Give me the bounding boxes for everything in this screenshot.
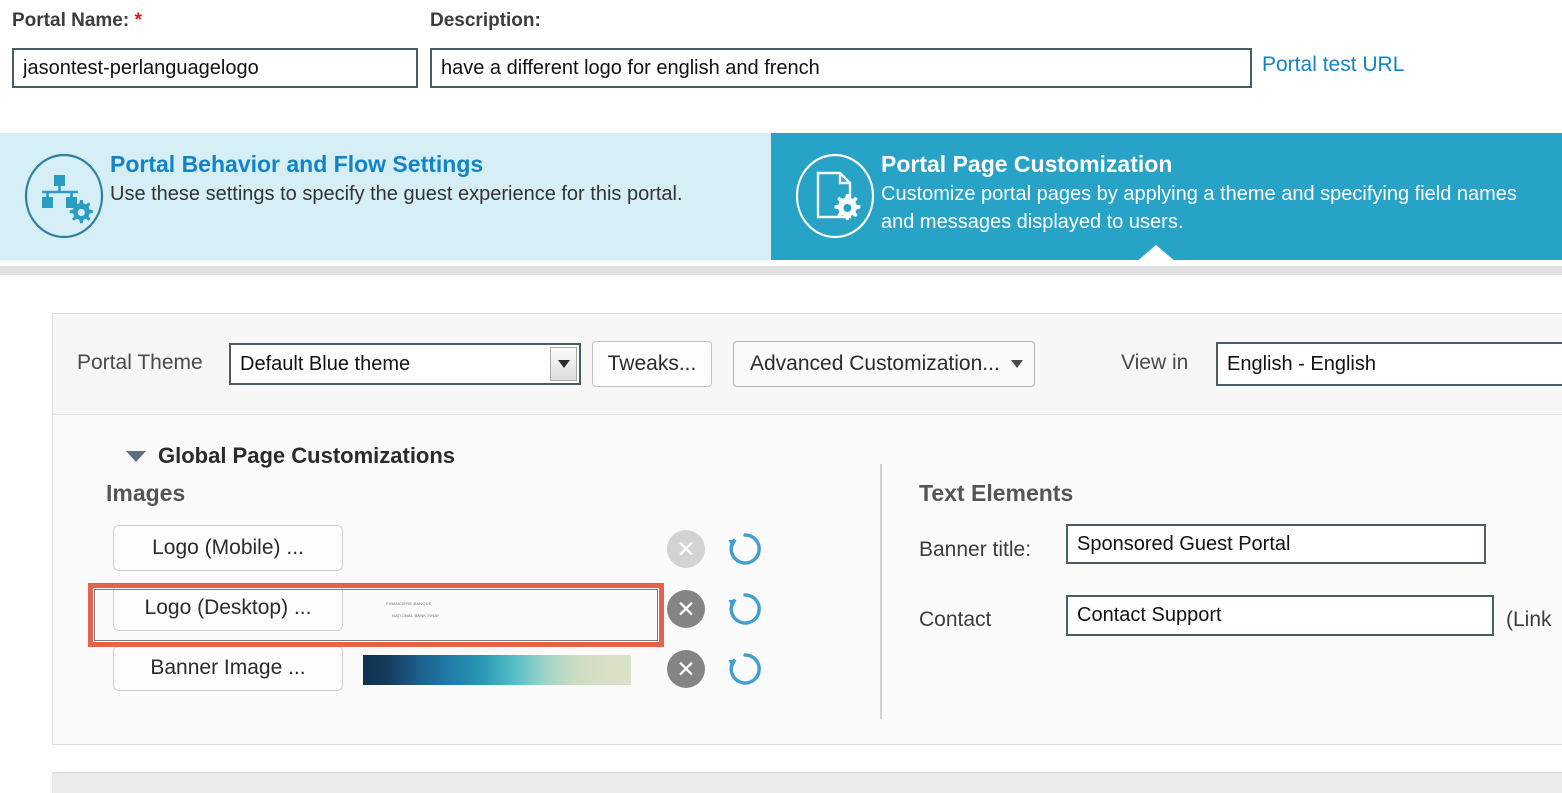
text-elements-heading: Text Elements xyxy=(919,480,1074,506)
tab-text-block: Portal Behavior and Flow Settings Use th… xyxy=(110,150,683,208)
banner-title-input[interactable] xyxy=(1066,524,1486,564)
tab-portal-behavior-and-flow-settings[interactable]: Portal Behavior and Flow Settings Use th… xyxy=(0,133,771,260)
logo-desktop-thumbnail: FINANCIÈRE BANQUE NATIONAL BANK FINANCIA… xyxy=(375,585,439,630)
customization-panel: Portal Theme Default Blue theme Tweaks..… xyxy=(52,313,1562,745)
global-page-customizations-toggle[interactable]: Global Page Customizations xyxy=(126,443,455,469)
banner-image-thumbnail xyxy=(363,645,631,685)
portal-theme-select[interactable]: Default Blue theme xyxy=(229,343,581,385)
contact-input[interactable] xyxy=(1066,595,1494,636)
banner-image-button[interactable]: Banner Image ... xyxy=(113,645,343,691)
tab-text-block: Portal Page Customization Customize port… xyxy=(881,150,1526,236)
logo-thumbnail-line2: NATIONAL BANK FINANCIAL xyxy=(392,613,439,618)
tab-bar: Portal Behavior and Flow Settings Use th… xyxy=(0,133,1562,260)
delete-banner-image-icon[interactable]: ✕ xyxy=(667,650,705,688)
image-row-banner-image: Banner Image ... ✕ xyxy=(113,645,761,699)
contact-link-note: (Link xyxy=(1506,608,1552,631)
section-title: Global Page Customizations xyxy=(158,443,456,468)
reset-banner-image-icon[interactable] xyxy=(723,647,767,691)
view-in-select[interactable]: English - English xyxy=(1216,342,1562,386)
image-row-logo-mobile: Logo (Mobile) ... ✕ xyxy=(113,525,761,579)
reset-logo-desktop-icon[interactable] xyxy=(723,587,767,631)
tweaks-button[interactable]: Tweaks... xyxy=(592,341,712,387)
delete-logo-desktop-icon[interactable]: ✕ xyxy=(667,590,705,628)
description-label: Description: xyxy=(430,10,541,31)
portal-name-label: Portal Name: * xyxy=(12,10,142,31)
tab-title: Portal Behavior and Flow Settings xyxy=(110,151,484,177)
bottom-strip xyxy=(52,772,1562,793)
image-row-logo-desktop: Logo (Desktop) ... FINANCIÈRE BANQUE NAT… xyxy=(113,585,761,639)
advanced-customization-button[interactable]: Advanced Customization... xyxy=(733,341,1035,387)
description-input[interactable] xyxy=(430,48,1252,88)
delete-logo-mobile-icon[interactable]: ✕ xyxy=(667,530,705,568)
required-asterisk: * xyxy=(134,10,142,31)
logo-desktop-button[interactable]: Logo (Desktop) ... xyxy=(113,585,343,631)
view-in-value: English - English xyxy=(1227,352,1376,375)
column-divider xyxy=(880,464,882,719)
flow-gear-icon xyxy=(22,152,106,245)
portal-theme-value: Default Blue theme xyxy=(240,352,411,375)
images-heading: Images xyxy=(106,480,186,506)
portal-test-url-link[interactable]: Portal test URL xyxy=(1262,53,1404,77)
page-gear-icon xyxy=(793,152,877,245)
tab-description: Use these settings to specify the guest … xyxy=(110,183,683,205)
chevron-down-icon[interactable] xyxy=(550,347,577,381)
logo-thumbnail-line1: FINANCIÈRE BANQUE xyxy=(386,601,432,606)
tab-portal-page-customization[interactable]: Portal Page Customization Customize port… xyxy=(771,133,1562,260)
advanced-customization-label: Advanced Customization... xyxy=(750,352,1000,375)
top-fields-row: Portal Name: * Description: Portal test … xyxy=(0,0,1562,110)
triangle-down-icon xyxy=(126,450,146,462)
contact-label: Contact xyxy=(919,608,992,631)
active-tab-pointer xyxy=(1136,245,1176,262)
portal-theme-label: Portal Theme xyxy=(77,351,203,374)
tab-description: Customize portal pages by applying a the… xyxy=(881,183,1517,233)
chevron-down-icon xyxy=(1010,360,1023,368)
banner-title-label: Banner title: xyxy=(919,538,1032,561)
view-in-label: View in xyxy=(1121,351,1189,374)
panel-toolbar: Portal Theme Default Blue theme Tweaks..… xyxy=(53,314,1562,415)
logo-mobile-button[interactable]: Logo (Mobile) ... xyxy=(113,525,343,571)
tab-title: Portal Page Customization xyxy=(881,151,1173,177)
portal-name-input[interactable] xyxy=(12,48,418,88)
reset-logo-mobile-icon[interactable] xyxy=(723,527,767,571)
section-divider xyxy=(0,266,1562,275)
